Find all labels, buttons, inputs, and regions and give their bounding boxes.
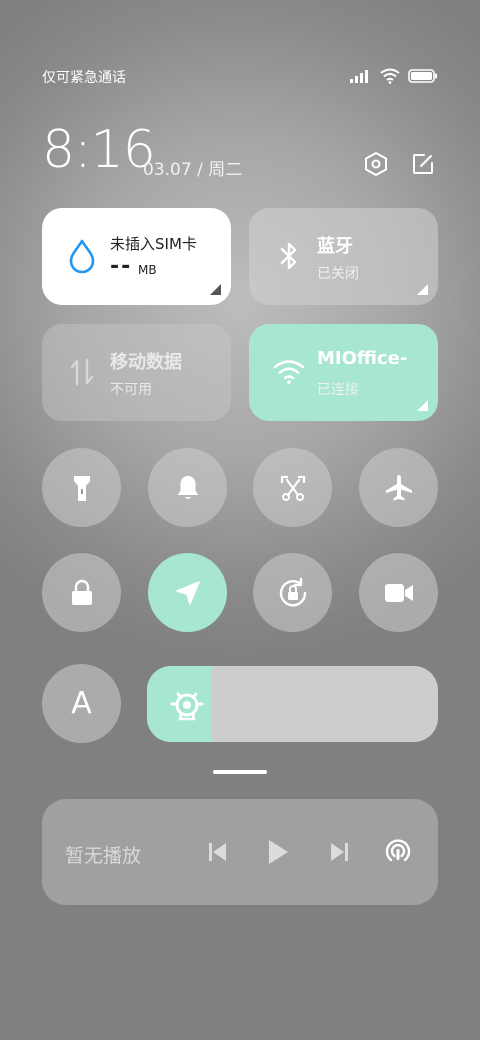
edit-icon	[413, 154, 433, 174]
sim-data-unit: MB	[138, 263, 157, 277]
previous-track-button[interactable]	[203, 837, 233, 867]
water-drop-icon	[66, 238, 98, 274]
flashlight-icon	[73, 475, 90, 501]
sim-data-tile[interactable]: 未插入SIM卡 -- MB	[42, 208, 231, 305]
previous-track-icon	[209, 843, 226, 861]
expand-corner-icon	[417, 284, 428, 295]
play-button[interactable]	[263, 837, 293, 867]
settings-hexagon-icon	[365, 152, 387, 176]
next-track-button[interactable]	[324, 837, 354, 867]
cast-output-button[interactable]	[383, 837, 413, 867]
rotation-lock-toggle[interactable]	[253, 553, 332, 632]
bluetooth-tile[interactable]: 蓝牙 已关闭	[249, 208, 438, 305]
mobile-data-title: 移动数据	[110, 352, 182, 373]
bluetooth-title: 蓝牙	[317, 236, 353, 257]
location-arrow-icon	[175, 580, 200, 605]
rotation-lock-icon	[279, 577, 306, 606]
media-player-card: 暂无播放	[42, 799, 438, 905]
signal-icon	[350, 70, 368, 83]
airplane-mode-toggle[interactable]	[359, 448, 438, 527]
cast-output-icon	[385, 839, 411, 862]
data-transfer-icon	[66, 354, 98, 390]
wifi-icon	[273, 354, 305, 390]
battery-icon	[408, 69, 437, 83]
location-toggle[interactable]	[148, 553, 227, 632]
brightness-icon	[170, 692, 204, 721]
edit-button[interactable]	[408, 149, 438, 179]
lock-screen-toggle[interactable]	[42, 553, 121, 632]
status-carrier-text: 仅可紧急通话	[42, 70, 126, 86]
flashlight-toggle[interactable]	[42, 448, 121, 527]
auto-brightness-toggle[interactable]: A	[42, 664, 121, 743]
screen-record-toggle[interactable]	[359, 553, 438, 632]
lock-icon	[71, 579, 92, 605]
sim-tile-title: 未插入SIM卡	[110, 235, 197, 253]
video-camera-icon	[384, 583, 413, 602]
do-not-disturb-toggle[interactable]	[148, 448, 227, 527]
bell-icon	[177, 475, 198, 499]
auto-brightness-label: A	[71, 686, 92, 721]
wifi-tile[interactable]: MIOffice- 已连接	[249, 324, 438, 421]
scissors-icon	[280, 475, 305, 501]
status-icons	[350, 66, 438, 86]
airplane-icon	[385, 474, 412, 500]
panel-drag-handle[interactable]	[213, 770, 267, 774]
mobile-data-tile[interactable]: 移动数据 不可用	[42, 324, 231, 421]
expand-corner-icon	[417, 400, 428, 411]
wifi-status-icon	[380, 68, 400, 84]
next-track-icon	[331, 843, 348, 861]
settings-button[interactable]	[361, 149, 391, 179]
screenshot-toggle[interactable]	[253, 448, 332, 527]
wifi-status: 已连接	[317, 382, 359, 398]
play-icon	[269, 840, 288, 864]
mobile-data-status: 不可用	[110, 382, 152, 398]
clock-date: 03.07 / 周二	[143, 160, 243, 180]
wifi-network-name: MIOffice-	[317, 348, 408, 369]
bluetooth-icon	[273, 238, 305, 274]
bluetooth-status: 已关闭	[317, 266, 359, 282]
clock-time: 8:16	[42, 120, 156, 180]
sim-data-value: --	[110, 254, 133, 279]
media-status-text: 暂无播放	[65, 845, 142, 867]
expand-corner-icon	[210, 284, 221, 295]
brightness-slider[interactable]	[147, 666, 438, 742]
